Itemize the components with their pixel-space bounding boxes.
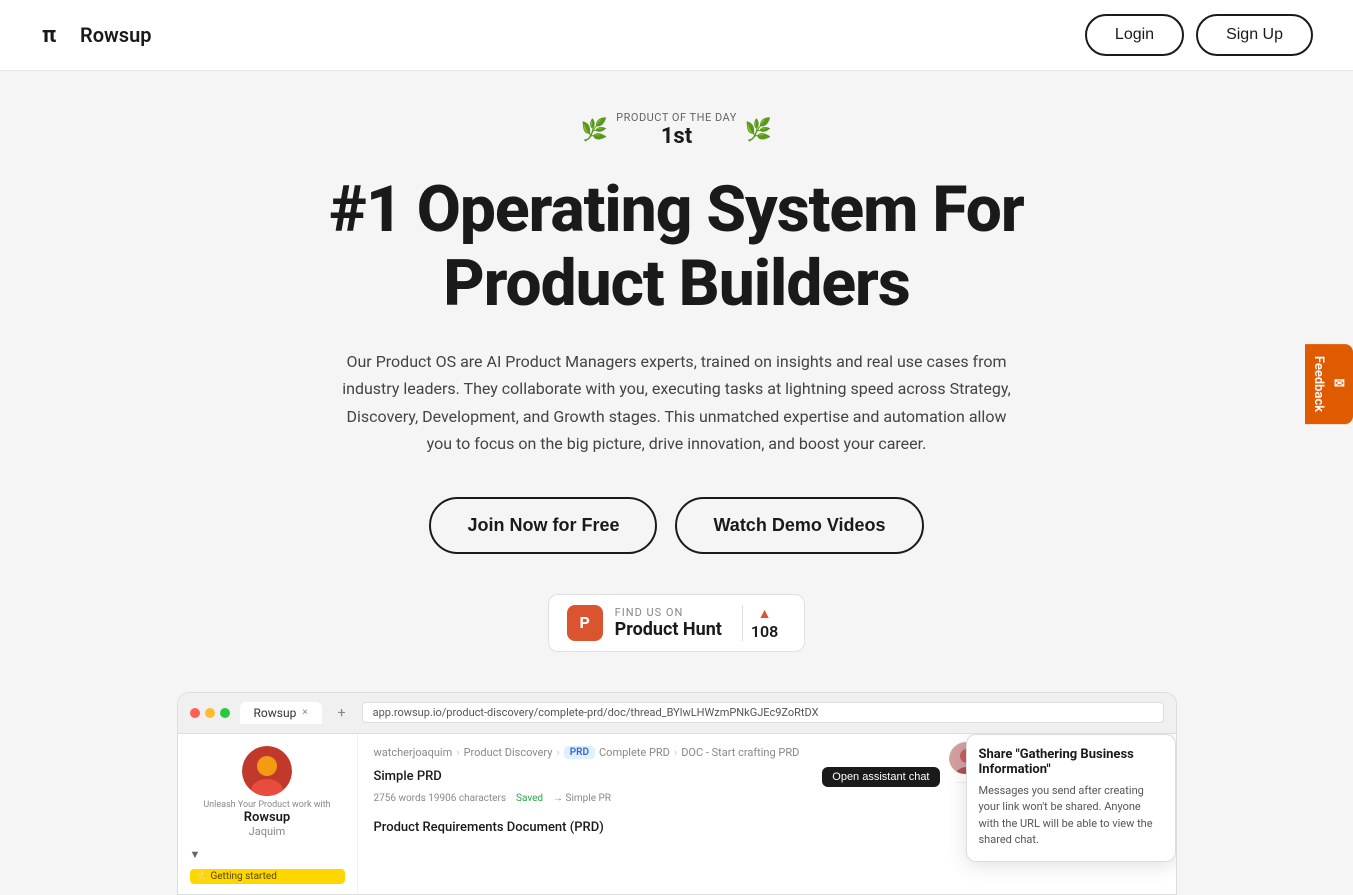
browser-bar: Rowsup × + app.rowsup.io/product-discove… [178,693,1176,734]
ph-votes: ▲ 108 [742,605,786,641]
stats-text: 2756 words 19906 characters [374,793,507,804]
app-sidebar: Unleash Your Product work with Rowsup Ja… [178,734,358,894]
tab-label: Rowsup [254,706,297,720]
rowsup-logo-icon: π [40,20,70,50]
laurel-left-icon: 🌿 [581,118,608,143]
app-user-section: Unleash Your Product work with Rowsup Ja… [190,746,345,838]
prd-doc-label: Product Requirements Document (PRD) [374,820,940,835]
header-buttons: Login Sign Up [1085,14,1313,56]
open-assistant-button[interactable]: Open assistant chat [822,767,939,787]
ph-name: Product Hunt [615,619,722,640]
main-heading: #1 Operating System For Product Builders [329,173,1023,320]
logo-area: π Rowsup [40,20,151,50]
ph-vote-count: 108 [751,622,778,641]
ph-logo-letter: P [580,613,590,632]
product-of-day-badge: 🌿 Product of the day 1st 🌿 [581,111,772,149]
app-avatar [242,746,292,796]
app-screenshot: Rowsup × + app.rowsup.io/product-discove… [177,692,1177,895]
new-tab-button[interactable]: + [332,701,352,725]
getting-started-tag: ⭐ Getting started [190,869,345,884]
watch-demo-button[interactable]: Watch Demo Videos [675,497,923,554]
signup-button[interactable]: Sign Up [1196,14,1313,56]
app-user-promo: Unleash Your Product work with [203,800,330,810]
svg-text:π: π [42,23,56,48]
heading-line2: Product Builders [443,246,910,321]
browser-content: Unleash Your Product work with Rowsup Ja… [178,734,1176,894]
badge-rank: 1st [616,124,737,149]
ph-find-label: FIND US ON [615,606,722,619]
feedback-tab[interactable]: Feedback ✉ [1305,344,1353,424]
badge-text: Product of the day 1st [616,111,737,149]
share-card-body: Messages you send after creating your li… [979,783,1163,849]
ph-text: FIND US ON Product Hunt [615,606,722,640]
minimize-window-dot [205,708,215,718]
header: π Rowsup Login Sign Up [0,0,1353,71]
laurel-right-icon: 🌿 [745,118,772,143]
fullscreen-window-dot [220,708,230,718]
main-content: 🌿 Product of the day 1st 🌿 #1 Operating … [0,71,1353,895]
feedback-icon: ✉ [1332,376,1347,391]
app-main-area: watcherjoaquim › Product Discovery › PRD… [358,734,956,894]
badge-label: Product of the day [616,111,737,124]
saved-status: Saved [516,793,543,804]
window-controls [190,708,230,718]
feedback-tab-inner: Feedback ✉ [1311,356,1347,412]
app-right-panel: Chat Doc ⬆ Share Share "Gathering Busine… [956,734,1176,894]
dropdown-label: ▼ [190,848,201,861]
app-breadcrumb: watcherjoaquim › Product Discovery › PRD… [374,746,940,759]
tag-label: Getting started [210,871,276,882]
url-text: app.rowsup.io/product-discovery/complete… [373,706,819,719]
share-overlay-card: Share "Gathering Business Information" M… [966,734,1176,862]
login-button[interactable]: Login [1085,14,1184,56]
feedback-label: Feedback [1311,356,1326,412]
app-user-sub: Jaquim [249,825,286,838]
simple-prd-label: Simple PRD [374,769,442,784]
hero-description: Our Product OS are AI Product Managers e… [337,348,1017,457]
chat-agent-item[interactable]: 💬 Chat with an Agent [190,892,345,894]
cta-buttons: Join Now for Free Watch Demo Videos [429,497,923,554]
share-card-title: Share "Gathering Business Information" [979,747,1163,777]
join-now-button[interactable]: Join Now for Free [429,497,657,554]
logo-text: Rowsup [80,23,151,47]
tab-close-icon[interactable]: × [302,707,307,718]
browser-tab[interactable]: Rowsup × [240,702,322,724]
tag-icon: ⭐ [196,871,211,882]
ph-upvote-icon: ▲ [758,605,772,622]
doc-stats: 2756 words 19906 characters Saved → Simp… [374,793,940,804]
heading-line1: #1 Operating System For [329,172,1023,247]
address-bar[interactable]: app.rowsup.io/product-discovery/complete… [362,702,1164,723]
app-username: Rowsup [244,810,290,825]
close-window-dot [190,708,200,718]
product-hunt-badge[interactable]: P FIND US ON Product Hunt ▲ 108 [548,594,806,652]
product-hunt-logo: P [567,605,603,641]
simple-prd-row: Simple PRD Open assistant chat [374,767,940,787]
